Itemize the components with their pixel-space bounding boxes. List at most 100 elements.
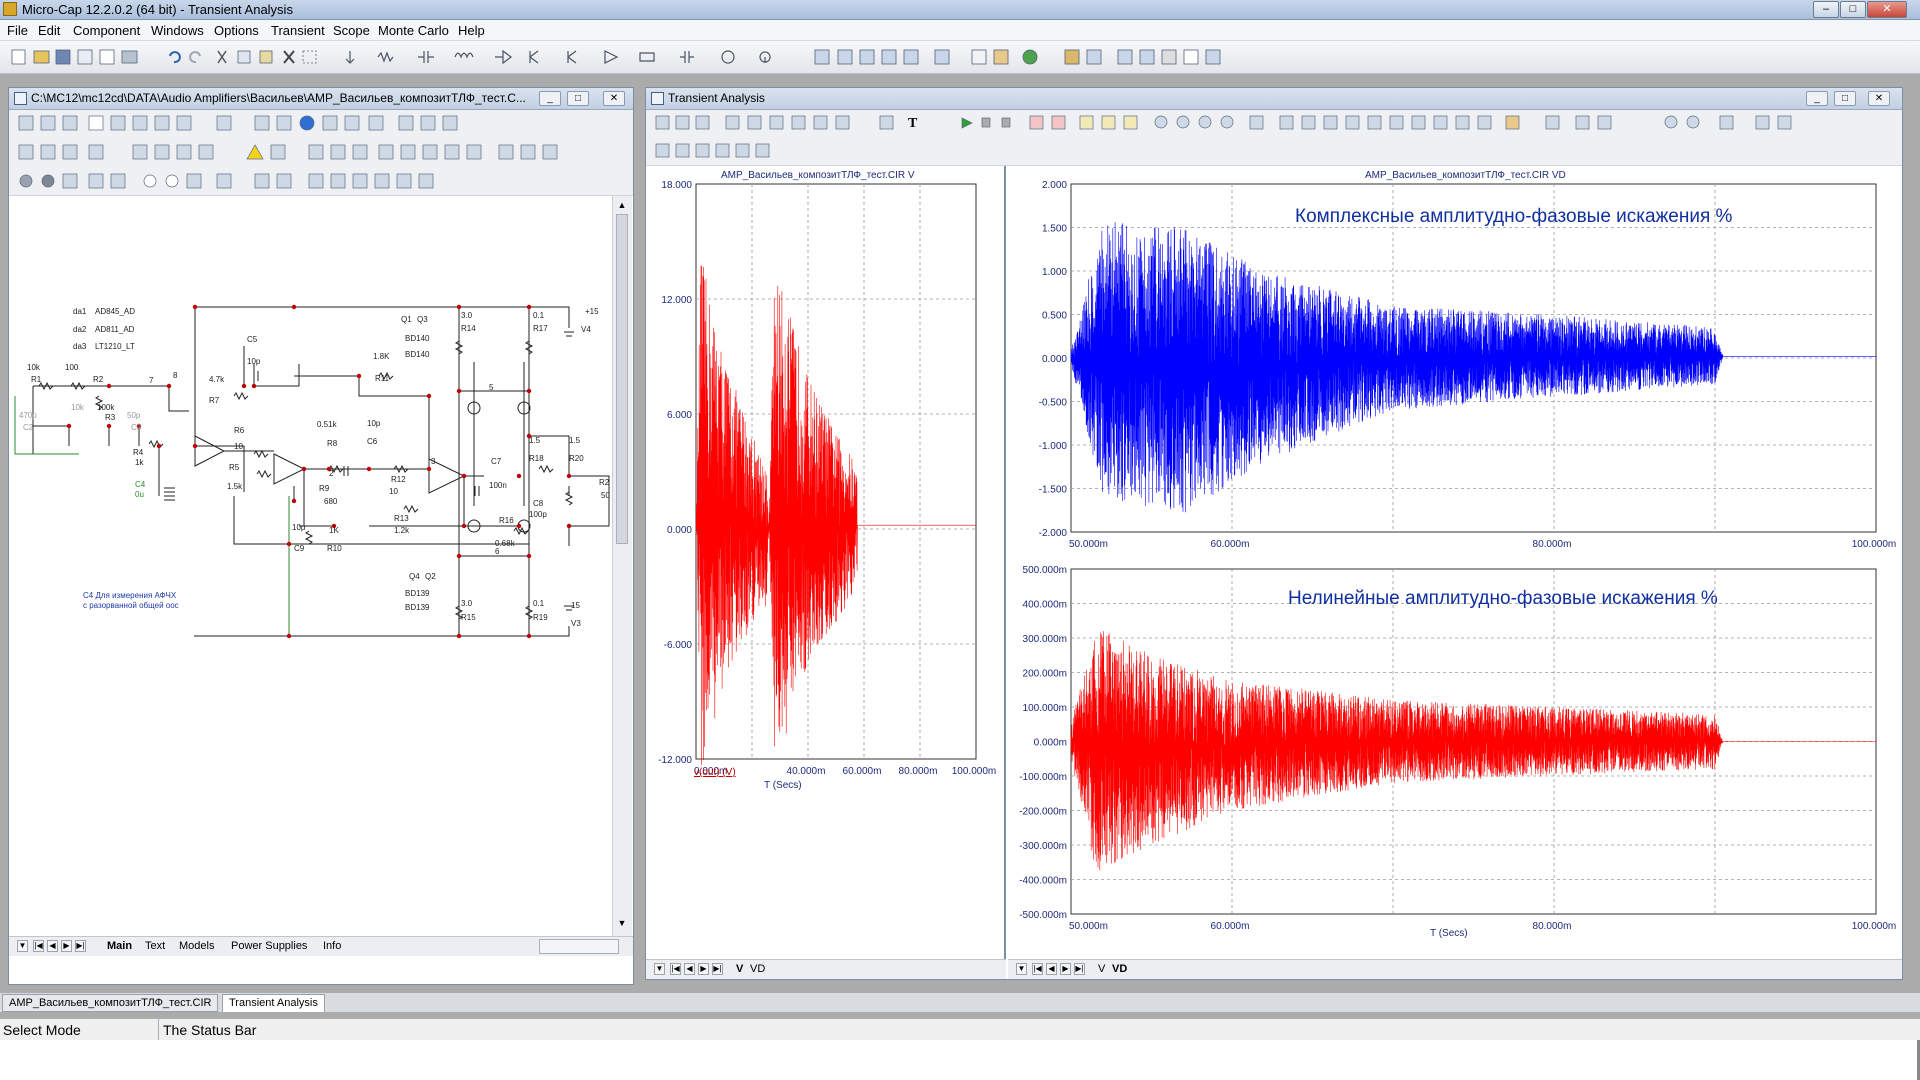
doctab-schematic[interactable]: AMP_Васильев_композитТЛФ_тест.CIR (2, 994, 219, 1012)
x-tick-label: 60.000m (843, 766, 882, 777)
nav-last-icon[interactable]: ▶| (1074, 963, 1085, 975)
nav-last-icon[interactable]: ▶| (712, 963, 723, 975)
plot-vd[interactable]: AMP_Васильев_композитТЛФ_тест.CIR VD Ком… (1008, 166, 1902, 959)
annotation-complex-distortion[interactable]: Комплексные амплитудно-фазовые искажения… (1295, 206, 1733, 227)
menu-edit[interactable]: Edit (38, 23, 60, 38)
transient-window: Transient Analysis _ □ ✕ T AMP_Васильев_… (645, 87, 1903, 980)
menu-windows[interactable]: Windows (151, 23, 204, 38)
schematic-vscrollbar[interactable]: ▲ ▼ (612, 196, 632, 936)
nav-next-icon[interactable]: ▶ (698, 963, 709, 975)
tab-text[interactable]: Text (145, 940, 165, 952)
sch-label: Q2 (425, 572, 436, 581)
tab-v[interactable]: V (736, 963, 743, 975)
diode-icon (495, 49, 512, 65)
sch-label: 10 (234, 442, 243, 451)
scroll-down-icon[interactable]: ▼ (616, 918, 628, 930)
tab-dropdown-icon[interactable]: ▼ (1016, 963, 1027, 975)
schematic-tabbar: ▼ |◀ ◀ ▶ ▶| Main Text Models Power Suppl… (9, 936, 633, 956)
schematic-toolbars[interactable] (9, 110, 633, 196)
menu-help[interactable]: Help (458, 23, 485, 38)
plot-v[interactable]: AMP_Васильев_композитТЛФ_тест.CIR V 18.0… (646, 166, 1004, 959)
sch-label: +15 (585, 307, 599, 316)
sch-label: da1 (73, 307, 87, 316)
sch-label: 50p (127, 411, 141, 420)
sch-label: 1.8K (373, 352, 390, 361)
transient-toolbar-icons[interactable]: T (646, 110, 1902, 166)
tab-vd[interactable]: VD (1112, 963, 1127, 975)
tab-v[interactable]: V (1098, 963, 1105, 975)
tab-models[interactable]: Models (179, 940, 214, 952)
close-button[interactable]: ✕ (1867, 1, 1907, 18)
sch-label: Q3 (417, 315, 428, 324)
scroll-up-icon[interactable]: ▲ (616, 200, 628, 212)
analysis-icon (651, 92, 664, 105)
schematic-close-button[interactable]: ✕ (603, 91, 625, 106)
transient-close-button[interactable]: ✕ (1868, 91, 1890, 106)
menu-file[interactable]: File (7, 23, 28, 38)
x-tick-label: 50.000m (1069, 921, 1108, 932)
nav-last-icon[interactable]: ▶| (75, 940, 86, 952)
sch-label: 10 (389, 487, 398, 496)
tab-dropdown-icon[interactable]: ▼ (17, 940, 28, 952)
sch-label: BD139 (405, 603, 430, 612)
properties-icon (1086, 49, 1102, 65)
schematic-minimize-button[interactable]: _ (539, 91, 561, 106)
schematic-hscrollbar[interactable] (539, 939, 619, 954)
annotation-nonlinear-distortion[interactable]: Нелинейные амплитудно-фазовые искажения … (1288, 588, 1718, 609)
sch-label: R2 (93, 375, 104, 384)
schematic-toolbar-icons[interactable] (9, 110, 633, 196)
nav-first-icon[interactable]: |◀ (33, 940, 44, 952)
delete-icon (283, 50, 295, 64)
schematic-maximize-button[interactable]: □ (567, 91, 589, 106)
tab-dropdown-icon[interactable]: ▼ (654, 963, 665, 975)
transient-minimize-button[interactable]: _ (1806, 91, 1828, 106)
probe-icon (759, 51, 771, 63)
tab-main[interactable]: Main (107, 940, 132, 952)
ground-icon (345, 51, 355, 64)
tab-info[interactable]: Info (323, 940, 341, 952)
sch-label: C7 (491, 457, 502, 466)
menu-scope[interactable]: Scope (333, 23, 370, 38)
transient-toolbars[interactable]: T (646, 110, 1902, 166)
menu-monte-carlo[interactable]: Monte Carlo (378, 23, 449, 38)
sch-label: 5 (489, 383, 494, 392)
schematic-canvas[interactable]: da1 AD845_AD da2 AD811_AD da3 LT1210_LT … (9, 196, 612, 936)
sch-label: R6 (234, 426, 245, 435)
sch-label: LT1210_LT (95, 342, 135, 351)
resistor-icon (377, 51, 394, 63)
npn-icon (529, 50, 539, 64)
menu-options[interactable]: Options (214, 23, 259, 38)
sch-label: R17 (533, 324, 548, 333)
transient-maximize-button[interactable]: □ (1834, 91, 1856, 106)
nav-first-icon[interactable]: |◀ (1032, 963, 1043, 975)
transient-tabbar-right: ▼ |◀ ◀ ▶ ▶| V VD (1008, 959, 1902, 979)
sch-label: 3.0 (461, 311, 473, 320)
nav-prev-icon[interactable]: ◀ (1046, 963, 1057, 975)
tab-power-supplies[interactable]: Power Supplies (231, 940, 307, 952)
sch-label: AD811_AD (95, 325, 135, 334)
nav-next-icon[interactable]: ▶ (1060, 963, 1071, 975)
save-icon (55, 49, 71, 65)
menu-component[interactable]: Component (73, 23, 140, 38)
minimize-button[interactable]: – (1813, 1, 1839, 18)
trace-legend-vout[interactable]: v(out) (V) (694, 767, 736, 778)
nav-next-icon[interactable]: ▶ (61, 940, 72, 952)
nav-prev-icon[interactable]: ◀ (47, 940, 58, 952)
doctab-transient[interactable]: Transient Analysis (222, 994, 325, 1012)
tab-vd[interactable]: VD (750, 963, 765, 975)
maximize-button[interactable]: □ (1840, 1, 1866, 18)
nav-prev-icon[interactable]: ◀ (684, 963, 695, 975)
nav-first-icon[interactable]: |◀ (670, 963, 681, 975)
toolbar-icons[interactable] (0, 41, 1300, 74)
sch-label: 2 (329, 469, 334, 478)
scroll-thumb[interactable] (616, 214, 628, 544)
sch-label: R15 (461, 613, 476, 622)
y-tick-label: -100.000m (1019, 772, 1067, 783)
y-tick-label: -500.000m (1019, 910, 1067, 921)
menu-transient[interactable]: Transient (271, 23, 325, 38)
y-tick-label: -1.000 (1039, 441, 1068, 452)
plot-panel-v: AMP_Васильев_композитТЛФ_тест.CIR V 18.0… (646, 166, 1006, 959)
y-tick-label: 500.000m (1023, 565, 1067, 576)
sch-label: 6 (495, 547, 500, 556)
y-tick-label: -1.500 (1039, 485, 1068, 496)
